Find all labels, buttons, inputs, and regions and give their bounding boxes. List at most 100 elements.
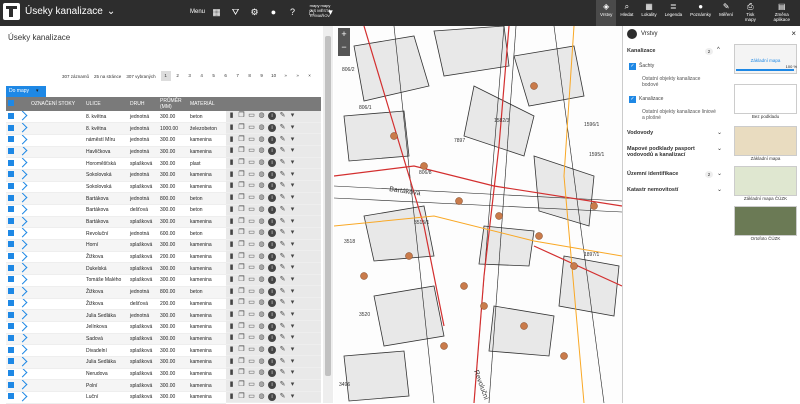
chevron-down-icon[interactable]: ⌄ (717, 186, 722, 193)
folder-icon[interactable]: ▭ (248, 182, 255, 190)
zoom-to-icon[interactable] (17, 216, 28, 226)
edit-icon[interactable]: ✎ (279, 159, 286, 167)
document-icon[interactable]: ▮ (228, 206, 235, 214)
folder-icon[interactable]: ▭ (248, 334, 255, 342)
zoom-to-icon[interactable] (17, 262, 28, 273)
globe-icon[interactable]: ◍ (258, 311, 265, 319)
chevron-down-icon[interactable]: ▾ (289, 381, 296, 389)
globe-icon[interactable]: ◍ (258, 218, 265, 226)
table-row[interactable]: Bartákova splašková 300.00 kamenina ▮ ❐ ▭ ◍ i ✎ ▾ (6, 216, 321, 229)
row-select[interactable] (6, 344, 16, 357)
help-icon[interactable]: ? (286, 6, 299, 19)
table-row[interactable]: Horoměšťská splašková 300.00 plast ▮ ❐ ▭ ◍ i ✎ ▾ (6, 157, 321, 170)
checkbox-icon[interactable] (8, 171, 14, 178)
info-icon[interactable]: i (268, 147, 276, 156)
info-icon[interactable]: i (268, 124, 276, 133)
row-zoom[interactable] (16, 181, 29, 194)
layer-sub[interactable]: Ostatní objekty kanalizace liniové a plo… (642, 109, 717, 121)
info-icon[interactable]: i (268, 322, 276, 331)
checkbox-icon[interactable] (8, 112, 14, 119)
zoom-to-icon[interactable] (17, 391, 28, 402)
layer-section[interactable]: Územní identifikace 2 ⌄ (627, 171, 722, 178)
row-zoom[interactable] (16, 262, 29, 276)
zoom-to-icon[interactable] (17, 344, 28, 355)
row-zoom[interactable] (16, 391, 29, 404)
edit-icon[interactable]: ✎ (279, 218, 286, 226)
table-row[interactable]: Žižkova jednotná 800.00 beton ▮ ❐ ▭ ◍ i ✎ ▾ (6, 286, 321, 299)
zoom-to-icon[interactable] (17, 309, 28, 320)
checkbox-icon[interactable] (8, 253, 14, 260)
toolbar-locality-button[interactable]: ▦ Lokality (637, 0, 660, 26)
document-icon[interactable]: ▮ (228, 147, 235, 155)
page-link[interactable]: 6 (221, 71, 231, 81)
row-zoom[interactable] (16, 192, 29, 205)
table-row[interactable]: Sokolovská splašková 300.00 kamenina ▮ ❐ ▭ ◍ i ✎ ▾ (6, 181, 321, 194)
zoom-to-icon[interactable] (17, 192, 28, 203)
copy-icon[interactable]: ❐ (238, 147, 245, 155)
row-zoom[interactable] (16, 368, 29, 381)
folder-icon[interactable]: ▭ (248, 358, 255, 366)
globe-icon[interactable]: ◍ (258, 381, 265, 389)
folder-icon[interactable]: ▭ (248, 276, 255, 284)
checkbox-icon[interactable] (8, 264, 14, 271)
chevron-down-icon[interactable]: ▾ (289, 218, 296, 226)
row-zoom[interactable] (16, 333, 29, 346)
info-icon[interactable]: i (268, 112, 276, 121)
folder-icon[interactable]: ▭ (248, 171, 255, 179)
table-row[interactable]: Havlíčkova jednotná 300.00 kamenina ▮ ❐ ▭ ◍ i ✎ ▾ (6, 146, 321, 159)
chevron-down-icon[interactable]: ▾ (289, 393, 296, 401)
chevron-down-icon[interactable]: ⌄ (717, 145, 722, 152)
table-row[interactable]: Sadová splašková 300.00 kamenina ▮ ❐ ▭ ◍ i ✎ ▾ (6, 333, 321, 346)
zoom-to-icon[interactable] (17, 134, 28, 145)
chevron-up-icon[interactable]: ^ (717, 47, 720, 53)
checkbox-icon[interactable]: ✓ (629, 63, 636, 70)
edit-icon[interactable]: ✎ (279, 112, 286, 120)
scrollbar[interactable] (323, 26, 333, 403)
row-select[interactable] (6, 298, 16, 311)
row-zoom[interactable] (16, 146, 29, 159)
globe-icon[interactable]: ◍ (258, 229, 265, 237)
edit-icon[interactable]: ✎ (279, 206, 286, 214)
globe-icon[interactable]: ◍ (258, 299, 265, 307)
checkbox-icon[interactable] (8, 393, 14, 400)
globe-icon[interactable]: ◍ (258, 264, 265, 272)
layer-sub[interactable]: Ostatní objekty kanalizace bodové (642, 76, 717, 88)
table-row[interactable]: Luční splašková 300.00 kamenina ▮ ❐ ▭ ◍ i ✎ ▾ (6, 391, 321, 404)
chevron-down-icon[interactable]: ▾ (289, 206, 296, 214)
checkbox-icon[interactable] (8, 276, 14, 283)
page-link[interactable]: 10 (269, 71, 279, 81)
chevron-down-icon[interactable]: ▾ (289, 229, 296, 237)
document-icon[interactable]: ▮ (228, 334, 235, 342)
copy-icon[interactable]: ❐ (238, 229, 245, 237)
row-select[interactable] (6, 111, 16, 124)
row-zoom[interactable] (16, 111, 29, 124)
table-row[interactable]: Nerudova splašková 300.00 kamenina ▮ ❐ ▭ ◍ i ✎ ▾ (6, 368, 321, 381)
opacity-slider[interactable] (736, 69, 794, 71)
row-select[interactable] (6, 262, 16, 276)
globe-icon[interactable]: ◍ (258, 276, 265, 284)
zoom-to-icon[interactable] (17, 286, 28, 297)
row-zoom[interactable] (16, 286, 29, 299)
globe-icon[interactable]: ◍ (258, 358, 265, 366)
row-select[interactable] (6, 251, 16, 264)
zoom-to-icon[interactable] (17, 157, 28, 168)
document-icon[interactable]: ▮ (228, 171, 235, 179)
table-row[interactable]: Revoluční jednotná 600.00 beton ▮ ❐ ▭ ◍ i ✎ ▾ (6, 227, 321, 241)
page-link[interactable]: 7 (233, 71, 243, 81)
page-link[interactable]: 8 (245, 71, 255, 81)
basemap-thumbnail[interactable] (734, 126, 797, 156)
row-select[interactable] (6, 157, 16, 170)
globe-icon[interactable]: ◍ (258, 334, 265, 342)
chevron-down-icon[interactable]: ▾ (289, 253, 296, 261)
checkbox-icon[interactable] (8, 346, 14, 353)
document-icon[interactable]: ▮ (228, 393, 235, 401)
chevron-down-icon[interactable]: ▾ (289, 299, 296, 307)
page-link[interactable]: » (293, 71, 303, 81)
info-icon[interactable]: i (268, 135, 276, 144)
chevron-down-icon[interactable]: ▾ (289, 288, 296, 296)
section-kanalizace[interactable]: Kanalizace 2 ^ (627, 47, 720, 55)
do-mapy-button[interactable]: Do mapy (6, 86, 46, 97)
document-icon[interactable]: ▮ (228, 358, 235, 366)
info-icon[interactable]: i (268, 264, 276, 273)
globe-icon[interactable]: ◍ (258, 288, 265, 296)
